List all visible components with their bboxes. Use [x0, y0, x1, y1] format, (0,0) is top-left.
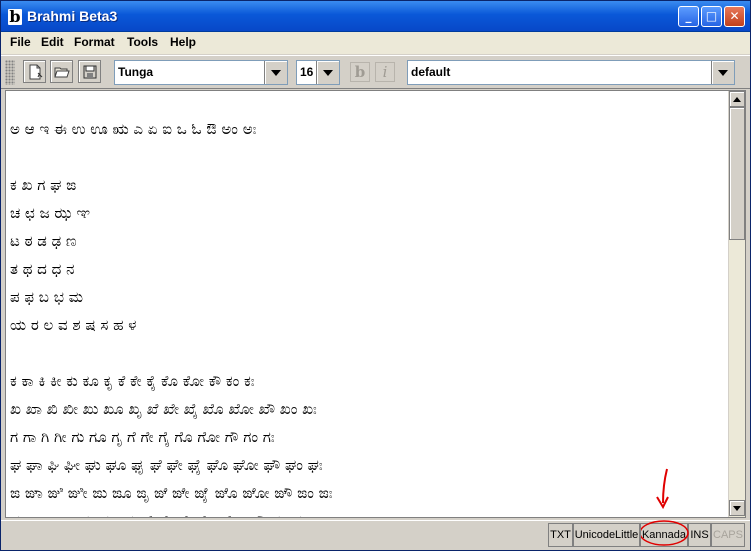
scroll-thumb[interactable] — [729, 107, 745, 240]
editor-line: ಅ ಆ ಇ ಈ ಉ ಊ ಋ ಎ ಏ ಐ ಒ ಓ ಔ ಅಂ ಅಃ — [10, 120, 257, 138]
save-disk-icon — [83, 65, 97, 79]
vertical-scrollbar[interactable] — [728, 91, 745, 517]
editor-line: ಟ ಠ ಡ ಢ ಣ — [10, 232, 77, 250]
font-family-value: Tunga — [118, 65, 154, 79]
window-title: Brahmi Beta3 — [27, 8, 118, 24]
scroll-up-arrow-icon[interactable] — [729, 91, 745, 107]
editor-line: ಪ ಫ ಬ ಭ ಮ — [10, 288, 83, 306]
style-combo[interactable]: default — [407, 60, 735, 85]
chevron-down-icon[interactable] — [264, 61, 287, 84]
menu-edit[interactable]: Edit — [41, 35, 64, 49]
app-window: b Brahmi Beta3 _ □ ✕ File Edit Format To… — [0, 0, 751, 551]
editor-line: ತ ಥ ದ ಧ ನ — [10, 260, 75, 278]
editor-line: ಙ ಙಾ ಙಿ ಙೀ ಙು ಙೂ ಙೃ ಙೆ ಙೇ ಙೈ ಙೊ ಙೋ ಙೌ ಙಂ… — [10, 484, 333, 502]
title-bar[interactable]: b Brahmi Beta3 _ □ ✕ — [1, 1, 750, 32]
new-document-button[interactable] — [23, 60, 46, 83]
editor-line: ಗ ಗಾ ಗಿ ಗೀ ಗು ಗೂ ಗೃ ಗೆ ಗೇ ಗೈ ಗೊ ಗೋ ಗೌ ಗಂ… — [10, 428, 275, 446]
italic-button[interactable]: i — [375, 62, 395, 82]
editor-line: ಚ ಛ ಜ ಝ ಞ — [10, 204, 91, 222]
toolbar-grip-handle[interactable] — [5, 60, 15, 85]
new-document-icon — [29, 64, 43, 80]
chevron-down-icon[interactable] — [316, 61, 339, 84]
status-encoding: UnicodeLittle — [573, 523, 640, 547]
maximize-button[interactable]: □ — [701, 6, 722, 27]
status-caps-lock: CAPS — [711, 523, 745, 547]
close-button[interactable]: ✕ — [724, 6, 745, 27]
font-size-value: 16 — [300, 65, 314, 79]
menu-help[interactable]: Help — [170, 35, 196, 49]
editor-line: ಕ ಕಾ ಕಿ ಕೀ ಕು ಕೂ ಕೃ ಕೆ ಕೇ ಕೈ ಕೊ ಕೋ ಕೌ ಕಂ… — [10, 372, 255, 390]
open-folder-icon — [54, 67, 70, 78]
red-annotation-arrow-icon — [641, 468, 689, 546]
editor-line: ಚ ಚಾ ಚಿ ಚೀ ಚು ಚೂ ಚೃ ಚೆ ಚೇ ಚೈ ಚೊ ಚೋ ಚೌ ಚಂ… — [10, 510, 724, 517]
editor-line: ಖ ಖಾ ಖಿ ಖೀ ಖು ಖೂ ಖೃ ಖೆ ಖೇ ಖೈ ಖೊ ಖೋ ಖೌ ಖಂ… — [10, 400, 317, 418]
bold-button[interactable]: b — [350, 62, 370, 82]
open-folder-button[interactable] — [50, 60, 73, 83]
save-button[interactable] — [78, 60, 101, 83]
editor-line: ಘ ಘಾ ಘಿ ಘೀ ಘು ಘೂ ಘೃ ಘೆ ಘೇ ಘೈ ಘೊ ಘೋ ಘೌ ಘಂ… — [10, 456, 323, 474]
font-size-combo[interactable]: 16 — [296, 60, 340, 85]
scroll-down-arrow-icon[interactable] — [729, 500, 745, 516]
brahmi-app-icon: b — [8, 7, 22, 26]
status-format: TXT — [548, 523, 573, 547]
menu-file[interactable]: File — [10, 35, 31, 49]
editor-content: ಅ ಆ ಇ ಈ ಉ ಊ ಋ ಎ ಏ ಐ ಒ ಓ ಔ ಅಂ ಅಃ ಕ ಖ ಗ ಘ … — [10, 118, 724, 517]
editor-line: ಕ ಖ ಗ ಘ ಙ — [10, 176, 77, 194]
toolbar: Tunga 16 b i default — [1, 55, 750, 89]
chevron-down-icon[interactable] — [711, 61, 734, 84]
menu-format[interactable]: Format — [74, 35, 115, 49]
style-value: default — [411, 65, 451, 79]
minimize-button[interactable]: _ — [678, 6, 699, 27]
menu-bar: File Edit Format Tools Help — [1, 32, 750, 54]
text-editor[interactable]: ಅ ಆ ಇ ಈ ಉ ಊ ಋ ಎ ಏ ಐ ಒ ಓ ಔ ಅಂ ಅಃ ಕ ಖ ಗ ಘ … — [5, 90, 746, 518]
status-bar: TXT UnicodeLittle Kannada INS CAPS — [1, 520, 750, 550]
font-family-combo[interactable]: Tunga — [114, 60, 288, 85]
editor-line: ಯ ರ ಲ ವ ಶ ಷ ಸ ಹ ಳ — [10, 316, 137, 334]
menu-tools[interactable]: Tools — [127, 35, 158, 49]
